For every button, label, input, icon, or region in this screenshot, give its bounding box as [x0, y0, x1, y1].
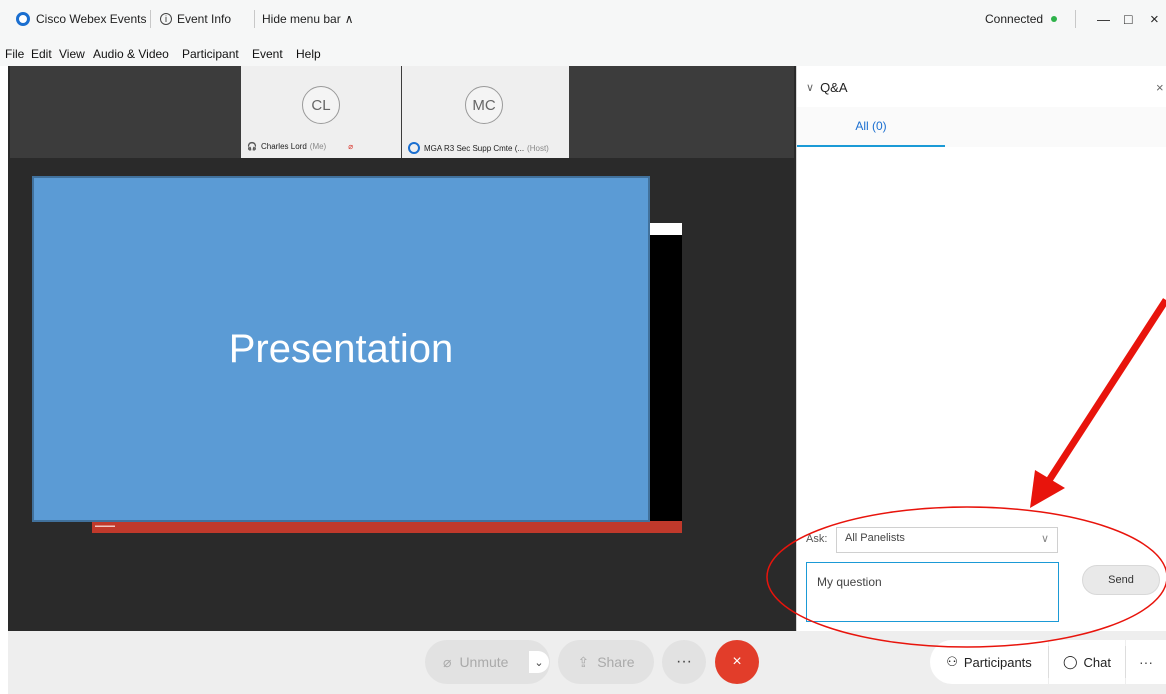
ask-recipient-select[interactable]: All Panelists ∨: [836, 527, 1058, 553]
video-tile[interactable]: MC MGA R3 Sec Supp Cmte (... (Host): [402, 66, 569, 158]
maximize-button[interactable]: □: [1124, 8, 1132, 30]
webex-logo-icon: [16, 12, 30, 26]
video-tile[interactable]: CL 🎧 Charles Lord (Me) ⌀: [241, 66, 401, 158]
minimize-button[interactable]: —: [1097, 8, 1110, 30]
ask-label: Ask:: [806, 533, 828, 545]
participant-name: MGA R3 Sec Supp Cmte (... (Host): [408, 142, 549, 154]
divider: [150, 10, 151, 28]
hide-menu-bar-button[interactable]: Hide menu bar ∧: [262, 8, 354, 30]
maximize-icon: □: [1124, 11, 1133, 27]
participant-name-text: MGA R3 Sec Supp Cmte (...: [424, 143, 525, 153]
minimize-icon: —: [1097, 11, 1110, 27]
participant-name: 🎧 Charles Lord (Me) ⌀: [247, 142, 353, 151]
question-input[interactable]: My question: [806, 562, 1059, 622]
chevron-down-icon: ∨: [806, 82, 815, 94]
chevron-up-icon: ∧: [344, 12, 354, 26]
connection-status: Connected: [985, 8, 1058, 30]
menu-file[interactable]: File: [5, 47, 24, 61]
divider: [1075, 10, 1076, 28]
close-icon: ×: [1156, 80, 1164, 95]
ask-recipient-value: All Panelists: [845, 532, 905, 544]
share-icon: ⇪: [577, 653, 590, 670]
participant-role: (Me): [309, 142, 327, 151]
shared-window-background: [650, 223, 682, 523]
muted-mic-icon: ⌀: [348, 142, 354, 151]
chevron-down-icon: ∨: [1040, 533, 1049, 545]
event-info-label: Event Info: [177, 12, 232, 26]
participant-name-text: Charles Lord: [260, 142, 307, 151]
qa-close-button[interactable]: ×: [1156, 80, 1164, 95]
tab-all[interactable]: All (0): [797, 107, 945, 147]
participant-role: (Host): [527, 143, 549, 153]
app-title: Cisco Webex Events: [16, 8, 147, 30]
avatar: CL: [302, 86, 340, 124]
avatar: MC: [465, 86, 503, 124]
qa-title: Q&A: [820, 80, 848, 95]
participants-label: Participants: [963, 654, 1032, 670]
connection-status-label: Connected: [985, 12, 1044, 26]
menu-help[interactable]: Help: [296, 47, 321, 61]
presentation-slide: Presentation: [32, 176, 650, 522]
more-options-button[interactable]: ···: [662, 640, 706, 684]
share-label: Share: [597, 654, 635, 670]
mic-muted-icon: ⌀: [443, 653, 452, 670]
connected-dot-icon: [1051, 16, 1058, 22]
qa-header[interactable]: ∨ Q&A: [806, 80, 848, 95]
info-icon: i: [160, 13, 172, 25]
participants-button[interactable]: ⚇ Participants: [930, 640, 1048, 684]
more-panels-button[interactable]: ···: [1126, 640, 1166, 684]
menu-event[interactable]: Event: [252, 47, 283, 61]
chat-label: Chat: [1083, 654, 1112, 670]
close-window-button[interactable]: ×: [1150, 8, 1159, 30]
webex-icon: [408, 142, 420, 154]
unmute-label: Unmute: [459, 654, 509, 670]
menu-participant[interactable]: Participant: [182, 47, 239, 61]
title-bar: Cisco Webex Events i Event Info Hide men…: [0, 0, 1166, 44]
app-name: Cisco Webex Events: [36, 12, 147, 26]
headset-icon: 🎧: [247, 142, 257, 151]
participants-icon: ⚇: [946, 654, 958, 669]
slideshow-status-text: ▬▬▬▬: [95, 523, 115, 529]
close-icon: ×: [1150, 10, 1159, 28]
chat-icon: ◯: [1062, 654, 1078, 669]
menu-edit[interactable]: Edit: [31, 47, 52, 61]
hide-menu-bar-label: Hide menu bar: [262, 12, 341, 26]
chat-button[interactable]: ◯ Chat: [1049, 640, 1125, 684]
event-info-button[interactable]: i Event Info: [160, 8, 231, 30]
menu-bar: File Edit View Audio & Video Participant…: [0, 44, 1166, 66]
divider: [254, 10, 255, 28]
slideshow-status-bar: ▬▬▬▬: [92, 521, 682, 533]
send-button[interactable]: Send: [1082, 565, 1160, 595]
menu-audio-video[interactable]: Audio & Video: [93, 47, 169, 61]
shared-window-titlebar: [650, 223, 682, 235]
leave-event-button[interactable]: ×: [715, 640, 759, 684]
menu-view[interactable]: View: [59, 47, 85, 61]
share-button[interactable]: ⇪ Share: [558, 640, 654, 684]
